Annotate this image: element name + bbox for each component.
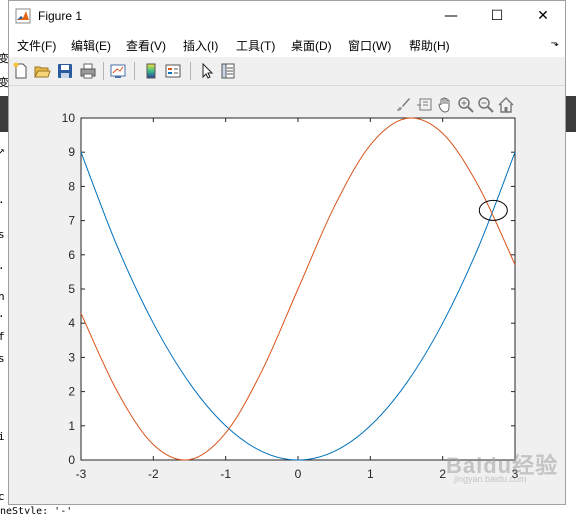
y-tick-label: 4 xyxy=(68,316,75,330)
watermark-url: jingyan.baidu.com xyxy=(454,474,527,484)
y-tick-label: 3 xyxy=(68,350,75,364)
y-tick-label: 0 xyxy=(68,453,75,467)
y-tick-label: 2 xyxy=(68,385,75,399)
y-tick-label: 5 xyxy=(68,282,75,296)
plot-canvas: -3 -2 -1 0 1 2 3012345678910 xyxy=(62,111,519,481)
y-tick-label: 1 xyxy=(68,419,75,433)
x-tick-label: -2 xyxy=(148,467,159,481)
y-tick-label: 10 xyxy=(62,111,76,125)
y-tick-label: 6 xyxy=(68,248,75,262)
y-tick-label: 7 xyxy=(68,214,75,228)
x-tick-label: 0 xyxy=(295,467,302,481)
y-tick-label: 8 xyxy=(68,179,75,193)
x-tick-label: 1 xyxy=(367,467,374,481)
x-tick-label: -1 xyxy=(220,467,231,481)
y-tick-label: 9 xyxy=(68,145,75,159)
x-tick-label: -3 xyxy=(76,467,87,481)
